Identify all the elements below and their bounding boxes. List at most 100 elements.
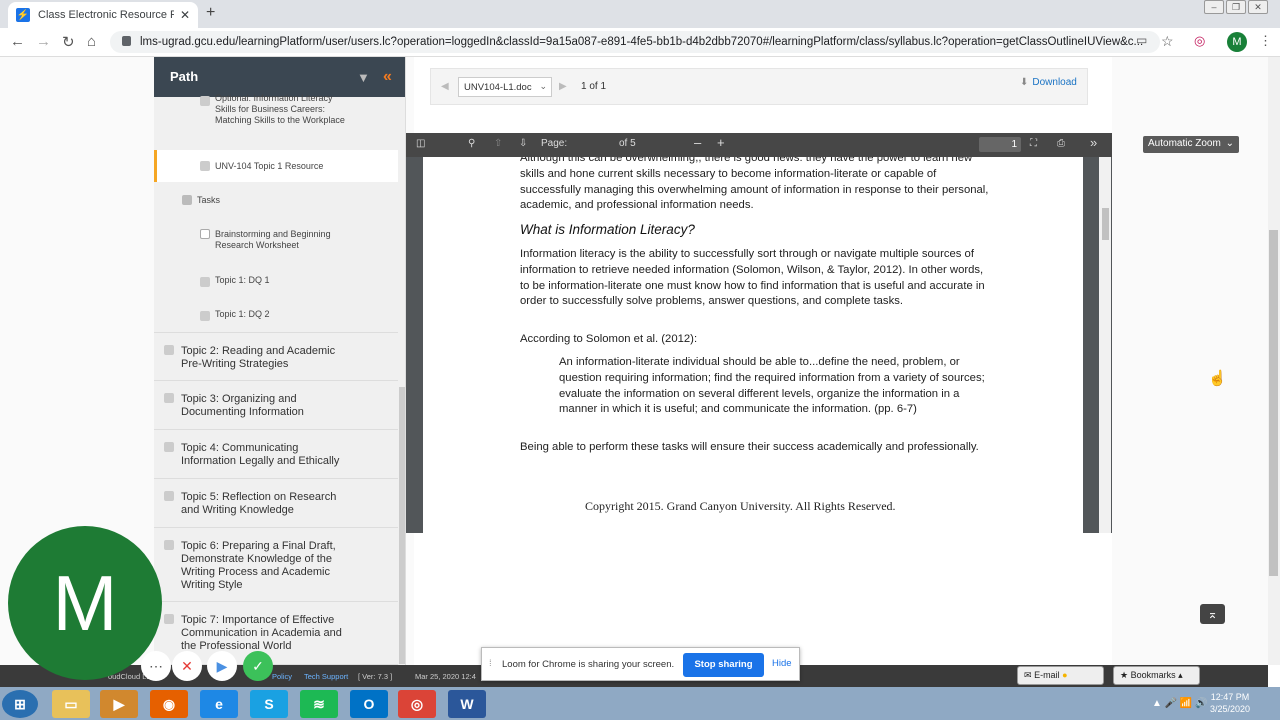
lock-icon[interactable] bbox=[122, 36, 131, 46]
zoom-select[interactable]: Automatic Zoom ⌄ bbox=[1143, 136, 1239, 153]
download-label: Download bbox=[1032, 77, 1077, 88]
path-sidebar: Path ▼ « Optional: Information Literacy … bbox=[154, 57, 406, 665]
page-number-input[interactable]: 1 bbox=[979, 137, 1021, 152]
bookmarks-button[interactable]: ★ Bookmarks ▴ bbox=[1113, 666, 1200, 685]
chrome-icon[interactable]: ◎ bbox=[398, 690, 436, 718]
sidebar-item-tasks[interactable]: Tasks bbox=[154, 195, 398, 215]
browser-tab[interactable]: ⚡ Class Electronic Resource Previe ✕ bbox=[8, 2, 198, 28]
outlook-icon[interactable]: O bbox=[350, 690, 388, 718]
pause-recording-icon[interactable]: ▶ bbox=[207, 651, 237, 681]
media-player-icon[interactable]: ▶ bbox=[100, 690, 138, 718]
page-scroll-thumb[interactable] bbox=[1269, 230, 1278, 576]
reload-icon[interactable]: ↻ bbox=[62, 33, 75, 51]
zoom-select-value: Automatic Zoom bbox=[1148, 138, 1221, 149]
sidebar-item-worksheet[interactable]: Brainstorming and Beginning Research Wor… bbox=[154, 229, 398, 255]
folder-icon bbox=[164, 491, 174, 501]
back-icon[interactable]: ← bbox=[10, 33, 25, 50]
tools-menu-icon[interactable]: » bbox=[1090, 135, 1097, 150]
pdf-blockquote: An information-literate individual shoul… bbox=[559, 356, 985, 416]
sidebar-topic-3[interactable]: Topic 3: Organizing and Documenting Info… bbox=[154, 381, 398, 430]
sidebar-item-unv104-resource[interactable]: UNV-104 Topic 1 Resource bbox=[154, 150, 398, 182]
document-select-value: UNV104-L1.doc bbox=[464, 82, 532, 93]
email-button[interactable]: ✉ E-mail ● bbox=[1017, 666, 1104, 685]
word-icon[interactable]: W bbox=[448, 690, 486, 718]
document-count: 1 of 1 bbox=[581, 81, 607, 92]
sidebar-scrollbar[interactable] bbox=[399, 387, 405, 664]
assignment-icon bbox=[200, 229, 210, 239]
bookmark-star-icon[interactable]: ☆ bbox=[1161, 33, 1174, 50]
hand-cursor-icon: ☝ bbox=[1208, 370, 1227, 387]
chevron-down-icon: ⌄ bbox=[1225, 138, 1234, 149]
loom-avatar-bubble[interactable]: M bbox=[8, 526, 162, 680]
sidebar-title: Path bbox=[170, 69, 199, 84]
pdf-scroll-thumb[interactable] bbox=[1102, 208, 1109, 240]
drag-handle-icon[interactable]: ⁞ bbox=[489, 658, 492, 669]
skype-icon[interactable]: S bbox=[250, 690, 288, 718]
restore-icon[interactable]: ❐ bbox=[1226, 0, 1246, 14]
document-select[interactable]: UNV104-L1.doc ⌄ bbox=[458, 77, 552, 97]
sidebar-topic-6[interactable]: Topic 6: Preparing a Final Draft, Demons… bbox=[154, 528, 398, 602]
folder-icon bbox=[164, 540, 174, 550]
internet-explorer-icon[interactable]: e bbox=[200, 690, 238, 718]
extension-icon[interactable]: ◎ bbox=[1194, 33, 1205, 49]
footer-policy-link[interactable]: Policy bbox=[272, 672, 292, 681]
stop-sharing-button[interactable]: Stop sharing bbox=[683, 653, 764, 677]
zoom-in-icon[interactable]: + bbox=[717, 135, 725, 150]
footer-version: [ Ver: 7.3 ] bbox=[358, 672, 393, 681]
loom-message: Loom for Chrome is sharing your screen. bbox=[502, 659, 675, 670]
print-icon[interactable]: ⎙ bbox=[1057, 138, 1065, 149]
sidebar-item-label: Brainstorming and Beginning Research Wor… bbox=[215, 229, 331, 250]
finish-recording-icon[interactable]: ✓ bbox=[243, 651, 273, 681]
pdf-toolbar: ◫ ⚲ ⇧ ⇩ Page: 1 of 5 – + Automatic Zoom … bbox=[406, 133, 1239, 157]
profile-avatar[interactable]: M bbox=[1227, 32, 1247, 52]
footer-support-link[interactable]: Tech Support bbox=[304, 672, 348, 681]
previous-page-icon[interactable]: ⇧ bbox=[494, 138, 502, 149]
new-tab-icon[interactable]: + bbox=[206, 4, 215, 22]
taskbar-clock[interactable]: 12:47 PM 3/25/2020 bbox=[1210, 691, 1250, 715]
collapse-sidebar-icon[interactable]: « bbox=[383, 68, 392, 86]
download-icon: ⬇ bbox=[1020, 77, 1029, 88]
document-icon bbox=[200, 161, 210, 171]
chevron-down-icon: ⌄ bbox=[539, 81, 547, 91]
topic-label: Topic 3: Organizing and Documenting Info… bbox=[181, 393, 304, 418]
download-link[interactable]: ⬇ Download bbox=[1020, 77, 1077, 88]
sidebar-item-label: Topic 1: DQ 2 bbox=[215, 309, 270, 319]
menu-icon[interactable]: ⋮ bbox=[1259, 33, 1272, 49]
sidebar-topic-2[interactable]: Topic 2: Reading and Academic Pre-Writin… bbox=[154, 332, 398, 381]
pdf-paragraph: Although this can be overwhelming,, ther… bbox=[520, 157, 989, 212]
file-explorer-icon[interactable]: ▭ bbox=[52, 690, 90, 718]
cast-icon[interactable]: ▭ bbox=[1136, 33, 1147, 47]
topic-label: Topic 2: Reading and Academic Pre-Writin… bbox=[181, 345, 336, 370]
sidebar-item-dq2[interactable]: Topic 1: DQ 2 bbox=[154, 309, 398, 331]
forward-icon[interactable]: → bbox=[36, 33, 51, 50]
close-window-icon[interactable]: ✕ bbox=[1248, 0, 1268, 14]
sidebar-item-dq1[interactable]: Topic 1: DQ 1 bbox=[154, 275, 398, 291]
loom-sharing-bar: ⁞ Loom for Chrome is sharing your screen… bbox=[481, 647, 800, 681]
document-icon bbox=[200, 96, 210, 106]
minimize-icon[interactable]: – bbox=[1204, 0, 1224, 14]
address-bar[interactable]: lms-ugrad.gcu.edu/learningPlatform/user/… bbox=[110, 31, 1160, 53]
hide-button[interactable]: Hide bbox=[772, 658, 792, 669]
home-icon[interactable]: ⌂ bbox=[87, 33, 96, 50]
cancel-recording-icon[interactable]: ✕ bbox=[172, 651, 202, 681]
search-icon[interactable]: ⚲ bbox=[468, 138, 475, 149]
pdf-heading: What is Information Literacy? bbox=[520, 222, 695, 237]
prev-doc-icon[interactable]: ◀ bbox=[441, 81, 449, 92]
start-button-icon[interactable]: ⊞ bbox=[2, 690, 38, 718]
filter-icon[interactable]: ▼ bbox=[357, 70, 370, 85]
bookmarks-label: Bookmarks bbox=[1130, 670, 1176, 680]
next-doc-icon[interactable]: ▶ bbox=[559, 81, 567, 92]
sidebar-topic-4[interactable]: Topic 4: Communicating Information Legal… bbox=[154, 430, 398, 479]
more-options-icon[interactable]: ⋯ bbox=[141, 651, 171, 681]
scroll-to-top-button[interactable]: ⌅ bbox=[1200, 604, 1225, 624]
zoom-out-icon[interactable]: – bbox=[694, 135, 701, 150]
sidebar-toggle-icon[interactable]: ◫ bbox=[416, 138, 425, 149]
firefox-icon[interactable]: ◉ bbox=[150, 690, 188, 718]
system-tray-icons[interactable]: ▲ 🎤 📶 🔊 bbox=[1152, 698, 1208, 709]
close-tab-icon[interactable]: ✕ bbox=[180, 8, 190, 22]
next-page-icon[interactable]: ⇩ bbox=[519, 138, 527, 149]
fullscreen-icon[interactable]: ⛶ bbox=[1030, 138, 1037, 149]
sidebar-topic-5[interactable]: Topic 5: Reflection on Research and Writ… bbox=[154, 479, 398, 528]
spotify-icon[interactable]: ≋ bbox=[300, 690, 338, 718]
sidebar-item-optional-reading[interactable]: Optional: Information Literacy Skills fo… bbox=[154, 93, 398, 145]
